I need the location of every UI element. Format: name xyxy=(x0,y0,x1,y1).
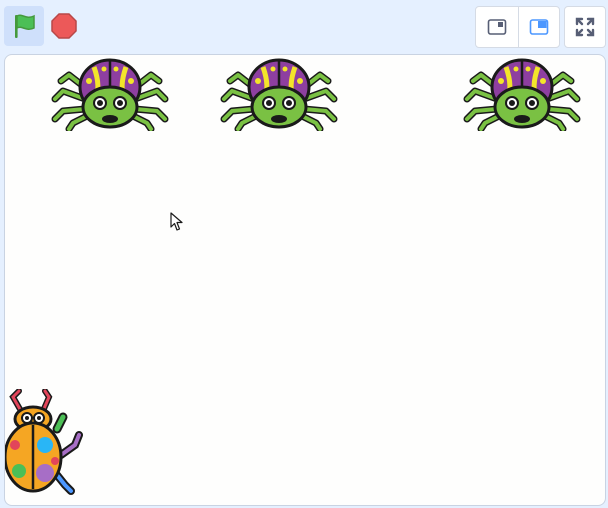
stage-canvas[interactable] xyxy=(4,54,606,506)
small-stage-button[interactable] xyxy=(476,7,518,47)
spider-icon[interactable] xyxy=(49,57,171,131)
stage-toolbar xyxy=(0,0,608,54)
mouse-pointer-icon xyxy=(170,212,183,231)
spider-icon[interactable] xyxy=(461,57,583,131)
fullscreen-button[interactable] xyxy=(564,6,606,48)
spider-icon[interactable] xyxy=(218,57,340,131)
stage-size-toggle xyxy=(475,6,560,48)
green-flag-icon xyxy=(15,14,35,38)
small-stage-icon xyxy=(487,19,507,35)
beetle-icon[interactable] xyxy=(4,389,83,495)
stop-sign-icon xyxy=(51,13,77,39)
fullscreen-icon xyxy=(575,17,595,37)
large-stage-icon xyxy=(529,19,549,35)
large-stage-button[interactable] xyxy=(517,7,560,47)
stop-button[interactable] xyxy=(48,8,80,44)
green-flag-button[interactable] xyxy=(4,6,44,46)
